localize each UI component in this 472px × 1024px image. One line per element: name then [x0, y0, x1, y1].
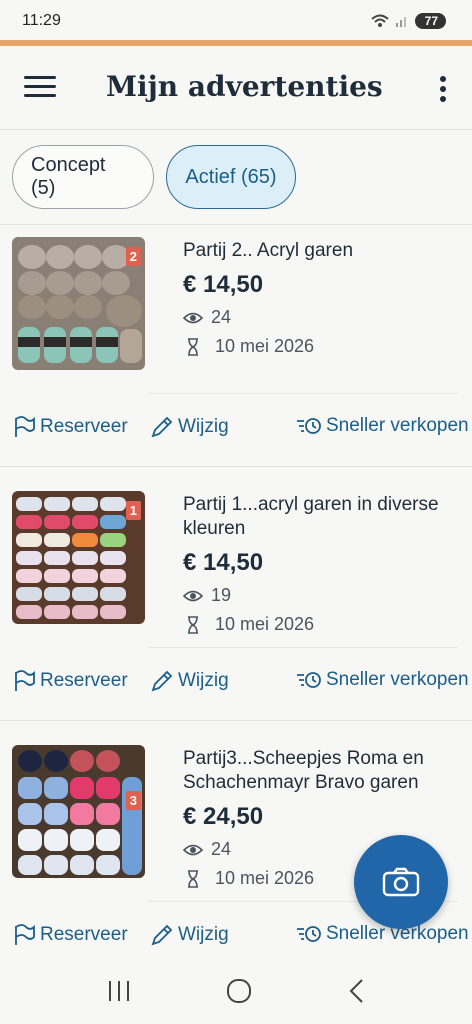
pencil-icon — [151, 416, 173, 438]
views-row: 19 — [183, 585, 468, 606]
listing-price: € 14,50 — [183, 271, 264, 298]
camera-icon — [382, 867, 420, 897]
camera-fab[interactable] — [354, 835, 448, 929]
boost-clock-icon — [297, 418, 321, 434]
listing-price: € 24,50 — [183, 803, 264, 830]
flag-icon — [15, 924, 35, 945]
tab-concept[interactable]: Concept (5) — [12, 145, 154, 209]
edit-button[interactable]: Wijzig — [150, 923, 229, 947]
views-row: 24 — [183, 307, 468, 328]
home-icon[interactable] — [225, 977, 253, 1005]
more-vertical-icon[interactable] — [440, 76, 448, 102]
views-count: 24 — [211, 307, 232, 327]
listing-price: € 14,50 — [183, 549, 264, 576]
battery-indicator: 77 — [414, 13, 446, 29]
listing-item[interactable]: 1 Partij 1...acryl garen in diverse kleu… — [0, 479, 472, 733]
system-nav-bar — [0, 958, 472, 1024]
reserve-button[interactable]: Reserveer — [12, 923, 128, 947]
photo-badge: 2 — [125, 247, 141, 266]
listing-title[interactable]: Partij 1...acryl garen in diverse kleure… — [183, 493, 468, 541]
reserve-label: Reserveer — [40, 416, 128, 437]
pencil-icon — [151, 670, 173, 692]
listing-actions: Reserveer Wijzig Sneller verkopen — [0, 415, 472, 449]
status-tabs: Concept (5) Actief (65) — [12, 145, 296, 209]
views-count: 24 — [211, 839, 232, 859]
status-icons: 77 — [370, 13, 446, 29]
expiry-date: 10 mei 2026 — [215, 614, 315, 634]
eye-icon — [183, 844, 203, 855]
reserve-button[interactable]: Reserveer — [12, 415, 128, 439]
reserve-label: Reserveer — [40, 670, 128, 691]
expiry-date: 10 mei 2026 — [215, 336, 315, 356]
listing-item[interactable]: 2 Partij 2.. Acryl garen € 14,50 24 10 m… — [0, 225, 472, 479]
listing-photo[interactable]: 1 — [12, 491, 145, 624]
signal-icon — [395, 17, 406, 27]
boost-clock-icon — [297, 672, 321, 688]
photo-badge: 1 — [125, 501, 141, 520]
views-count: 19 — [211, 585, 232, 605]
listing-title[interactable]: Partij3...Scheepjes Roma en Schachenmayr… — [183, 747, 468, 795]
boost-label: Sneller verkopen — [326, 669, 469, 690]
listing-info: Partij 1...acryl garen in diverse kleure… — [183, 493, 468, 635]
boost-clock-icon — [297, 926, 321, 942]
photo-badge: 3 — [125, 791, 141, 810]
yarn-photo-image — [12, 745, 145, 878]
flag-icon — [15, 670, 35, 691]
tab-actief[interactable]: Actief (65) — [166, 145, 296, 209]
flag-icon — [15, 416, 35, 437]
listing-photo[interactable]: 2 — [12, 237, 145, 370]
hourglass-icon — [188, 615, 198, 634]
reserve-label: Reserveer — [40, 924, 128, 945]
separator — [148, 647, 458, 648]
expiry-date: 10 mei 2026 — [215, 868, 315, 888]
expiry-row: 10 mei 2026 — [183, 614, 468, 635]
edit-label: Wijzig — [178, 924, 229, 945]
boost-button[interactable]: Sneller verkopen — [296, 923, 469, 945]
listing-title[interactable]: Partij 2.. Acryl garen — [183, 239, 468, 263]
listing-divider — [0, 720, 472, 721]
boost-label: Sneller verkopen — [326, 415, 469, 436]
status-bar: 11:29 77 — [0, 0, 472, 42]
edit-label: Wijzig — [178, 670, 229, 691]
listing-photo[interactable]: 3 — [12, 745, 145, 878]
eye-icon — [183, 312, 203, 323]
hamburger-icon[interactable] — [24, 76, 56, 100]
edit-label: Wijzig — [178, 416, 229, 437]
separator — [148, 393, 458, 394]
status-time: 11:29 — [22, 12, 61, 29]
eye-icon — [183, 590, 203, 601]
edit-button[interactable]: Wijzig — [150, 415, 229, 439]
hourglass-icon — [188, 869, 198, 888]
page-title: Mijn advertenties — [106, 70, 383, 103]
edit-button[interactable]: Wijzig — [150, 669, 229, 693]
reserve-button[interactable]: Reserveer — [12, 669, 128, 693]
listing-divider — [0, 466, 472, 467]
recent-apps-icon[interactable] — [106, 979, 132, 1003]
pencil-icon — [151, 924, 173, 946]
back-icon[interactable] — [346, 978, 366, 1004]
hourglass-icon — [188, 337, 198, 356]
listing-actions: Reserveer Wijzig Sneller verkopen — [0, 669, 472, 703]
wifi-icon — [370, 14, 389, 27]
listing-info: Partij 2.. Acryl garen € 14,50 24 10 mei… — [183, 239, 468, 357]
boost-button[interactable]: Sneller verkopen — [296, 415, 469, 437]
app-bar: Mijn advertenties — [0, 46, 472, 130]
expiry-row: 10 mei 2026 — [183, 336, 468, 357]
boost-button[interactable]: Sneller verkopen — [296, 669, 469, 691]
